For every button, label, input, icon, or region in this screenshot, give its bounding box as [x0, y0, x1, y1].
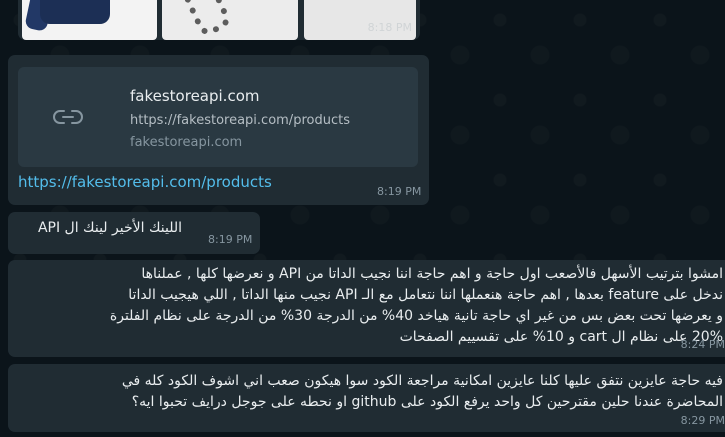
message-text: اللينك الأخير لينك ال API: [37, 220, 182, 236]
text-message-bubble: اللينك الأخير لينك ال API 8:19 PM: [8, 212, 260, 254]
message-timestamp: 8:29 PM: [680, 414, 725, 427]
message-line: 20% على نظام ال cart و 10% على تقسييم ال…: [399, 329, 723, 345]
message-timestamp: 8:18 PM: [367, 21, 412, 34]
product-image-bracelet[interactable]: [162, 0, 298, 40]
message-line: و يعرضها تحت بعض بس من غير اي حاجة تانية…: [109, 308, 723, 324]
message-timestamp: 8:19 PM: [377, 185, 422, 198]
link-preview-title: fakestoreapi.com: [130, 87, 260, 105]
message-line: ندخل على feature بعدها , اهم حاجة هنعمله…: [128, 287, 723, 303]
message-line: المحاضرة عندنا حلين مقترحين كل واحد يرفع…: [131, 394, 723, 410]
link-preview-domain: fakestoreapi.com: [130, 135, 243, 150]
text-message-bubble: فيه حاجة عايزين نتفق عليها كلنا عايزين ا…: [8, 364, 725, 432]
message-link[interactable]: https://fakestoreapi.com/products: [18, 173, 272, 191]
sweater-body-shape: [40, 0, 110, 24]
image-message-bubble[interactable]: 8:18 PM: [18, 0, 420, 40]
message-timestamp: 8:24 PM: [680, 338, 725, 351]
message-line: امشوا بترتيب الأسهل فالأصعب اول حاجة و ا…: [141, 266, 723, 282]
link-icon: [53, 110, 83, 124]
message-text: امشوا بترتيب الأسهل فالأصعب اول حاجة و ا…: [17, 264, 723, 348]
bracelet-chain-shape: [180, 0, 234, 39]
link-preview-thumbnail: [18, 67, 118, 167]
text-message-bubble: امشوا بترتيب الأسهل فالأصعب اول حاجة و ا…: [8, 260, 725, 357]
message-timestamp: 8:19 PM: [208, 233, 253, 246]
product-image-third[interactable]: [304, 0, 416, 40]
link-preview-card[interactable]: fakestoreapi.com https://fakestoreapi.co…: [18, 67, 418, 167]
link-preview-url: https://fakestoreapi.com/products: [130, 113, 350, 128]
link-message-bubble: fakestoreapi.com https://fakestoreapi.co…: [8, 55, 429, 205]
message-text: فيه حاجة عايزين نتفق عليها كلنا عايزين ا…: [17, 371, 723, 413]
message-line: فيه حاجة عايزين نتفق عليها كلنا عايزين ا…: [121, 373, 723, 389]
product-image-sweater[interactable]: [22, 0, 157, 40]
